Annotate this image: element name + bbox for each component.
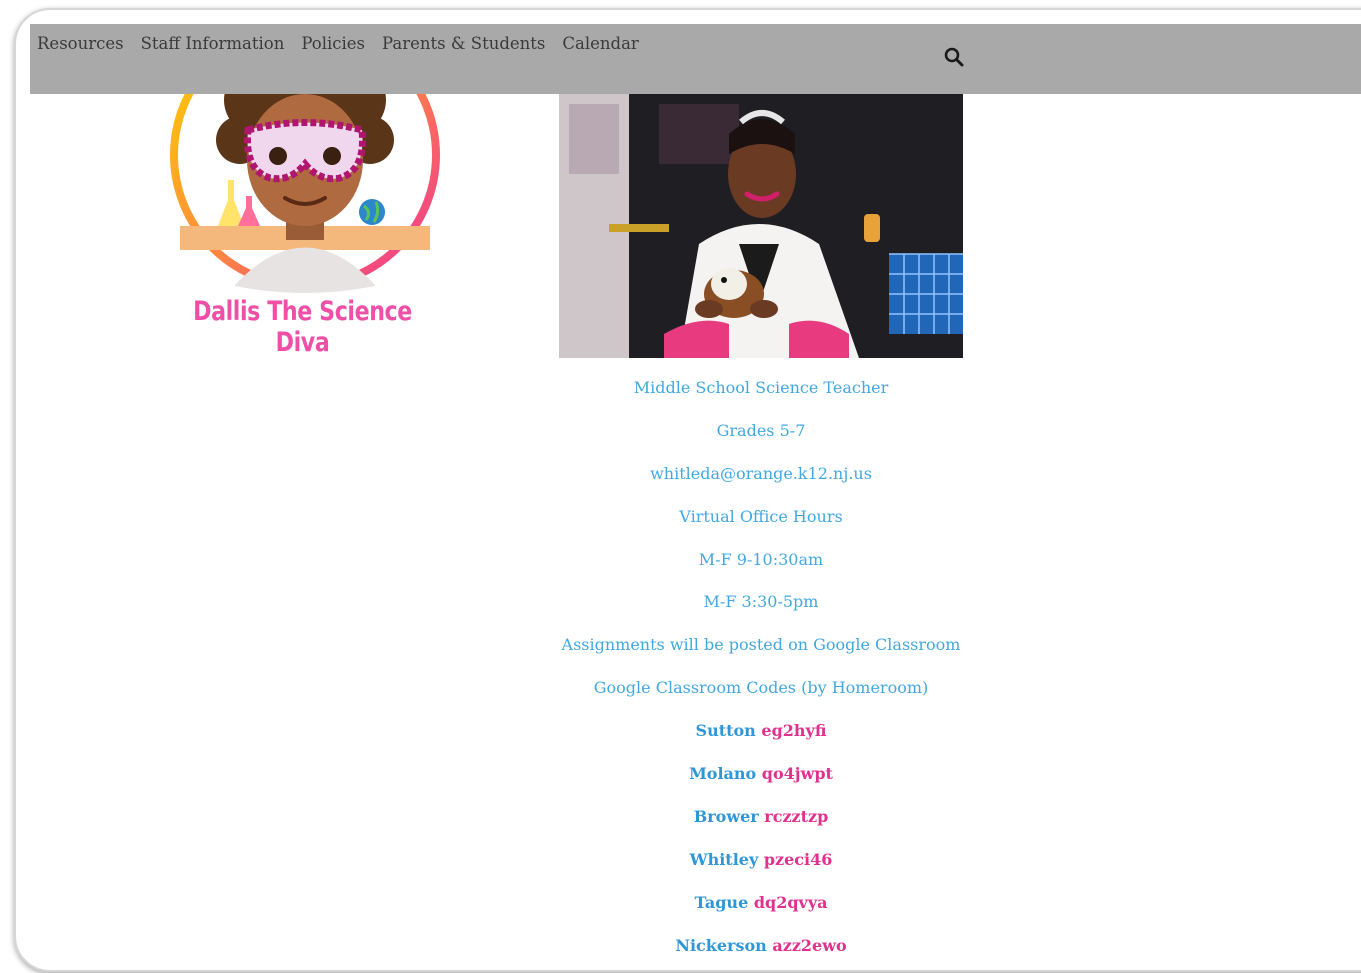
- classroom-codes-label: Google Classroom Codes (by Homeroom): [593, 678, 929, 698]
- homeroom-name: Tague: [694, 892, 749, 912]
- nav-item-resources[interactable]: Resources: [37, 34, 124, 53]
- nav-item-policies[interactable]: Policies: [301, 34, 365, 53]
- homeroom-name: Brower: [693, 806, 759, 826]
- homeroom-name: Whitley: [689, 849, 759, 869]
- teacher-photo-icon: [559, 94, 963, 358]
- nav-item-parents-students[interactable]: Parents & Students: [382, 34, 545, 53]
- homeroom-code: eg2hyfi: [761, 721, 827, 741]
- search-icon: [944, 47, 964, 67]
- logo-title: Dallis The Science Diva: [193, 296, 412, 358]
- homeroom-name: Molano: [689, 764, 757, 784]
- search-button[interactable]: [943, 46, 965, 68]
- homeroom-row: Molano qo4jwpt: [540, 758, 982, 801]
- teacher-grades: Grades 5-7: [716, 420, 806, 440]
- homeroom-code: pzeci46: [763, 849, 833, 869]
- top-navbar: Resources Staff Information Policies Par…: [30, 24, 1361, 94]
- homeroom-code: dq2qvya: [753, 892, 828, 912]
- office-hours-label: Virtual Office Hours: [679, 506, 843, 526]
- teacher-title: Middle School Science Teacher: [633, 378, 889, 397]
- homeroom-code: qo4jwpt: [761, 764, 833, 784]
- homeroom-row: Sutton eg2hyfi: [540, 715, 982, 758]
- teacher-email[interactable]: whitleda@orange.k12.nj.us: [540, 458, 982, 501]
- homeroom-name: Sutton: [695, 721, 756, 741]
- homeroom-row: Nickerson azz2ewo: [540, 930, 982, 973]
- nav-item-calendar[interactable]: Calendar: [562, 34, 638, 53]
- office-hours-2: M-F 3:30-5pm: [703, 592, 819, 612]
- homeroom-row: Brower rczztzp: [540, 801, 982, 844]
- nav-menu: Resources Staff Information Policies Par…: [37, 34, 656, 53]
- homeroom-code: rczztzp: [764, 806, 829, 826]
- teacher-photo: [559, 94, 963, 358]
- homeroom-row: Whitley pzeci46: [540, 844, 982, 887]
- homeroom-name: Nickerson: [675, 935, 767, 955]
- nav-item-staff-information[interactable]: Staff Information: [141, 34, 285, 53]
- office-hours-1: M-F 9-10:30am: [698, 549, 824, 569]
- homeroom-code: azz2ewo: [772, 935, 847, 955]
- homeroom-row: Tague dq2qvya: [540, 887, 982, 930]
- assignments-note: Assignments will be posted on Google Cla…: [561, 635, 961, 655]
- teacher-info: Middle School Science Teacher Grades 5-7…: [540, 372, 982, 972]
